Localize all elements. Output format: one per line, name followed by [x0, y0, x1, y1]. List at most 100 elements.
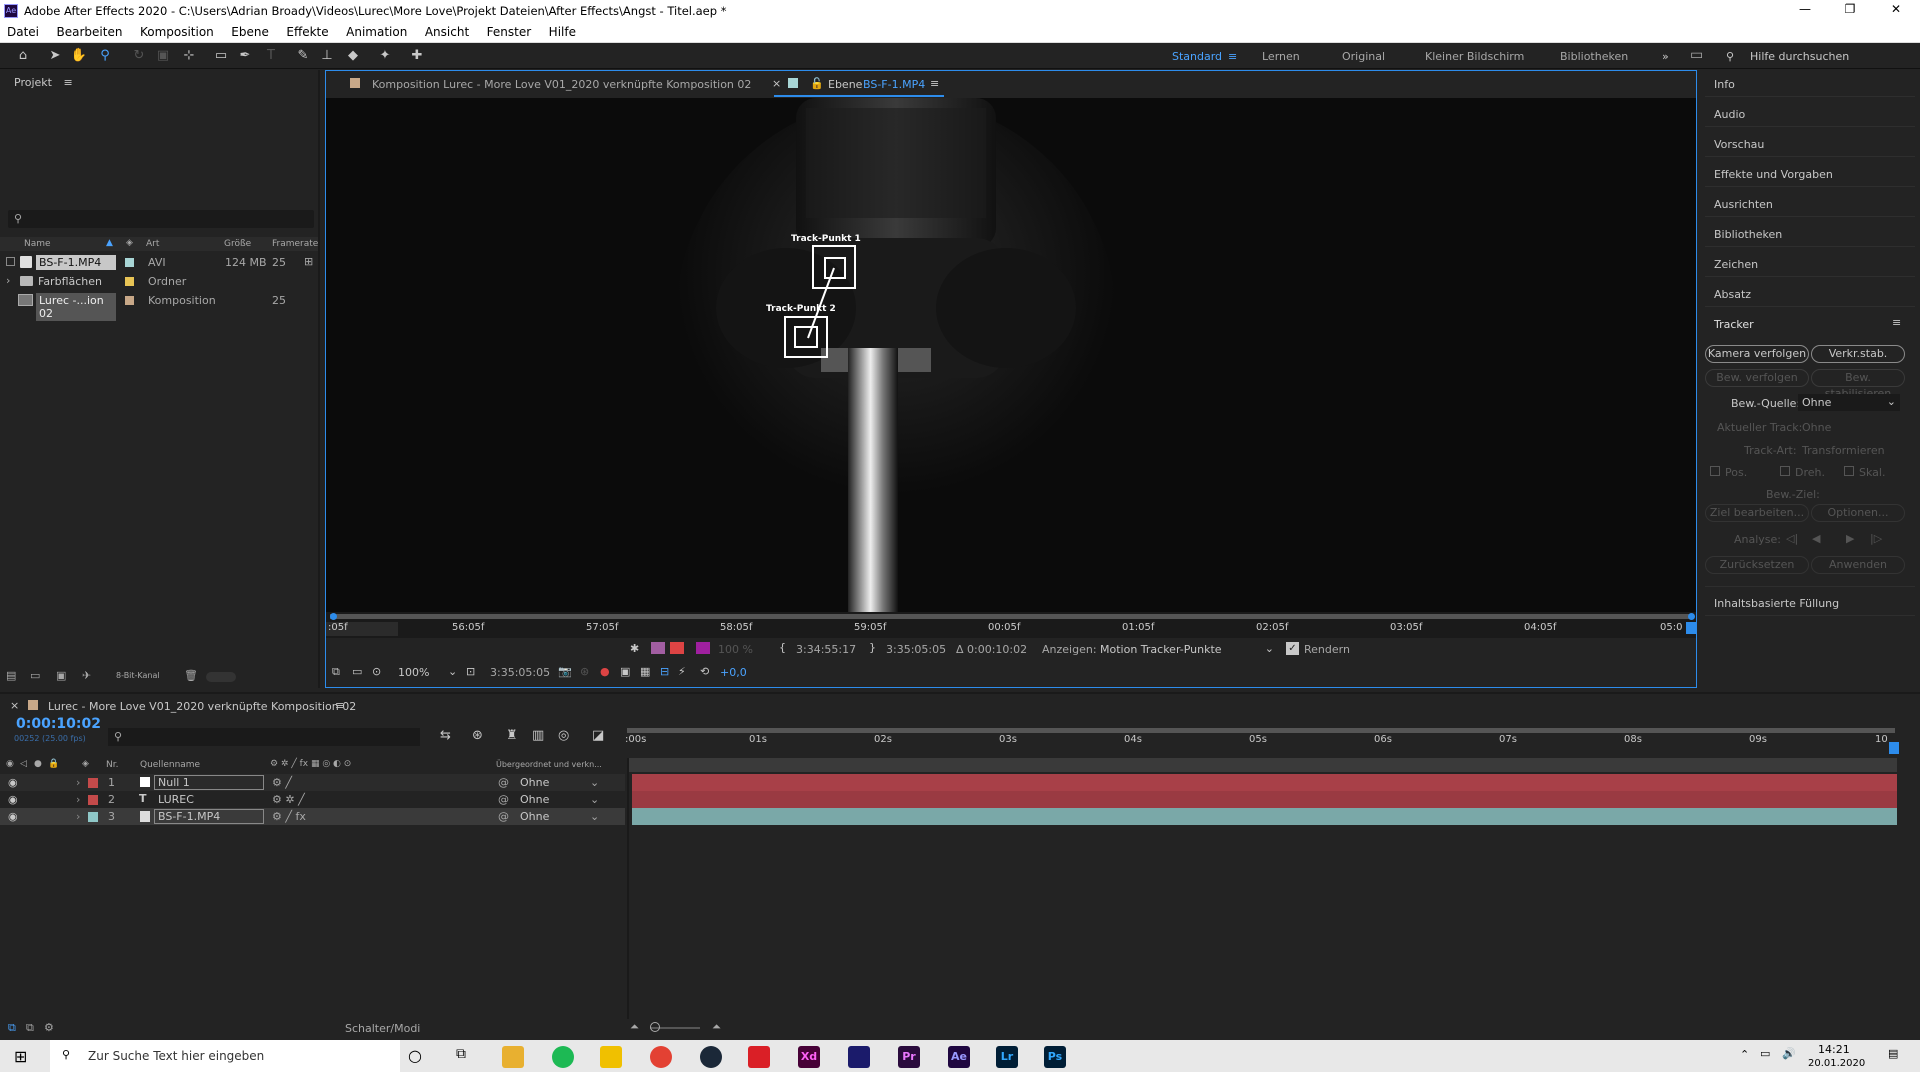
tab-composition[interactable]: Komposition Lurec - More Love V01_2020 v…: [372, 78, 751, 91]
lock-icon[interactable]: 🔓: [810, 77, 824, 90]
pick-whip-icon[interactable]: @: [498, 776, 509, 789]
zoom-in-icon[interactable]: ⏶: [712, 1020, 721, 1034]
hand-tool-icon[interactable]: ✋: [70, 47, 88, 65]
analyze-forward-icon[interactable]: ▶: [1846, 532, 1854, 545]
parent-select[interactable]: Ohne: [520, 776, 549, 789]
label-color-swatch[interactable]: [88, 812, 98, 822]
layer-opacity-value[interactable]: 100 %: [718, 643, 753, 656]
track-camera-button[interactable]: Kamera verfolgen: [1705, 345, 1809, 363]
project-item-row[interactable]: › Farbflächen Ordner: [0, 273, 318, 290]
close-tab-icon[interactable]: ×: [10, 699, 19, 712]
col-size[interactable]: Größe: [224, 239, 251, 249]
chevron-down-icon[interactable]: ⌄: [590, 776, 599, 789]
maximize-button[interactable]: ❐: [1830, 2, 1870, 20]
label-color-swatch[interactable]: [125, 277, 134, 286]
layer-name[interactable]: Null 1: [154, 775, 264, 790]
photoshop-icon[interactable]: Ps: [1044, 1046, 1066, 1068]
layer-switches[interactable]: ⚙ ╱: [272, 776, 292, 789]
file-explorer-icon[interactable]: [502, 1046, 524, 1068]
show-select[interactable]: Motion Tracker-Punkte ⌄: [1096, 641, 1278, 657]
vr-icon[interactable]: ⊙: [372, 665, 381, 678]
show-snapshot-icon[interactable]: ⊛: [580, 665, 589, 678]
current-track-select[interactable]: Ohne: [1798, 419, 1900, 435]
rotation-checkbox[interactable]: [1780, 466, 1790, 476]
zoom-slider-handle[interactable]: [650, 1022, 660, 1032]
layer-time-ruler[interactable]: :05f 56:05f 57:05f 58:05f 59:05f 00:05f …: [326, 612, 1696, 638]
layer-row[interactable]: ◉ › 1 Null 1 ⚙ ╱ @ Ohne ⌄: [0, 774, 625, 791]
brush-tool-icon[interactable]: ✎: [294, 47, 312, 65]
workspace-more-button[interactable]: »: [1662, 50, 1669, 63]
current-time-indicator[interactable]: [1889, 742, 1899, 754]
layer-switches-toggle-icon[interactable]: ⧉: [8, 1021, 16, 1035]
menu-animation[interactable]: Animation: [339, 22, 414, 39]
motion-source-select[interactable]: Ohne ⌄: [1798, 394, 1900, 411]
exposure-value[interactable]: +0,0: [720, 666, 747, 679]
task-view-icon[interactable]: ⧉: [456, 1046, 466, 1062]
view-alpha-icon[interactable]: [696, 642, 710, 654]
zoom-select[interactable]: 100%: [398, 666, 429, 679]
reset-button[interactable]: Zurücksetzen: [1705, 556, 1809, 574]
set-out-point-icon[interactable]: }: [869, 641, 876, 654]
motion-blur-icon[interactable]: ◎: [558, 728, 569, 743]
guides-icon[interactable]: ⊟: [660, 665, 669, 678]
menu-datei[interactable]: Datei: [0, 22, 46, 39]
panel-menu-icon[interactable]: ≡: [335, 699, 344, 712]
rotate-tool-icon[interactable]: ↻: [130, 47, 148, 65]
panel-paragraph[interactable]: Absatz: [1714, 288, 1751, 301]
menu-ebene[interactable]: Ebene: [224, 22, 276, 39]
edit-target-button[interactable]: Ziel bearbeiten...: [1705, 504, 1809, 522]
layer-switches[interactable]: ⚙ ╱ fx: [272, 810, 306, 823]
scale-checkbox[interactable]: [1844, 466, 1854, 476]
interpret-footage-icon[interactable]: ▤: [6, 669, 16, 682]
label-color-swatch[interactable]: [88, 778, 98, 788]
toggle-switches-modes[interactable]: Schalter/Modi: [345, 1022, 420, 1035]
project-item-row[interactable]: Lurec -...ion 02 Komposition 25: [0, 292, 318, 321]
panel-menu-icon[interactable]: ≡: [930, 77, 939, 90]
snapshot-icon[interactable]: 📷: [558, 665, 572, 678]
windows-start-icon[interactable]: ⊞: [14, 1047, 27, 1066]
label-color-swatch[interactable]: [125, 258, 134, 267]
visibility-eye-icon[interactable]: ◉: [8, 793, 18, 806]
position-checkbox[interactable]: [1710, 466, 1720, 476]
camera-tool-icon[interactable]: ▣: [154, 47, 172, 65]
layer-name[interactable]: BS-F-1.MP4: [154, 809, 264, 824]
fast-preview-icon[interactable]: ⚡: [678, 665, 686, 678]
notification-icon[interactable]: ▤: [1888, 1047, 1898, 1060]
menu-hilfe[interactable]: Hilfe: [542, 22, 583, 39]
monitor-icon[interactable]: ▭: [352, 665, 362, 678]
col-framerate[interactable]: Framerate: [272, 239, 318, 249]
timeline-comp-name[interactable]: Lurec - More Love V01_2020 verknüpfte Ko…: [48, 700, 356, 713]
close-button[interactable]: ✕: [1876, 2, 1916, 20]
taskbar-clock[interactable]: 14:21: [1818, 1043, 1850, 1056]
pick-whip-icon[interactable]: @: [498, 793, 509, 806]
always-preview-icon[interactable]: ⧉: [332, 665, 340, 679]
panel-menu-icon[interactable]: ≡: [63, 76, 72, 89]
selection-tool-icon[interactable]: ➤: [46, 47, 64, 65]
sticky-notes-icon[interactable]: [600, 1046, 622, 1068]
premiere-pro-icon[interactable]: Pr: [898, 1046, 920, 1068]
checkbox[interactable]: [6, 257, 15, 266]
panel-content-aware-fill[interactable]: Inhaltsbasierte Füllung: [1714, 597, 1839, 610]
clone-stamp-icon[interactable]: ⊥: [318, 47, 336, 65]
zoom-out-icon[interactable]: ⏶: [630, 1020, 639, 1034]
creative-cloud-icon[interactable]: [748, 1046, 770, 1068]
resolution-icon[interactable]: ⊡: [466, 665, 475, 678]
render-checkbox[interactable]: ✓: [1286, 642, 1299, 655]
expand-arrow-icon[interactable]: ›: [76, 810, 80, 823]
current-time-indicator[interactable]: [1686, 622, 1696, 634]
work-area-bar[interactable]: [627, 728, 1895, 733]
video-frame[interactable]: Track-Punkt 1 Track-Punkt 2: [326, 98, 1696, 612]
work-area-bar[interactable]: [330, 614, 1692, 619]
in-time-value[interactable]: 3:34:55:17: [796, 643, 856, 656]
panel-effects-presets[interactable]: Effekte und Vorgaben: [1714, 168, 1833, 181]
pick-whip-icon[interactable]: @: [498, 810, 509, 823]
view-mask-icon[interactable]: [670, 642, 684, 654]
layer-row[interactable]: ◉ › 3 BS-F-1.MP4 ⚙ ╱ fx @ Ohne ⌄: [0, 808, 625, 825]
track-motion-button[interactable]: Bew. verfolgen: [1705, 369, 1809, 387]
layer-switches[interactable]: ⚙ ✲ ╱: [272, 793, 305, 806]
flowchart-icon[interactable]: ⊞: [304, 255, 313, 268]
apply-button[interactable]: Anwenden: [1811, 556, 1905, 574]
sync-icon[interactable]: ▭: [1690, 47, 1703, 63]
analyze-backward-icon[interactable]: ◀: [1812, 532, 1820, 545]
thumbnail-slider[interactable]: [206, 672, 236, 682]
